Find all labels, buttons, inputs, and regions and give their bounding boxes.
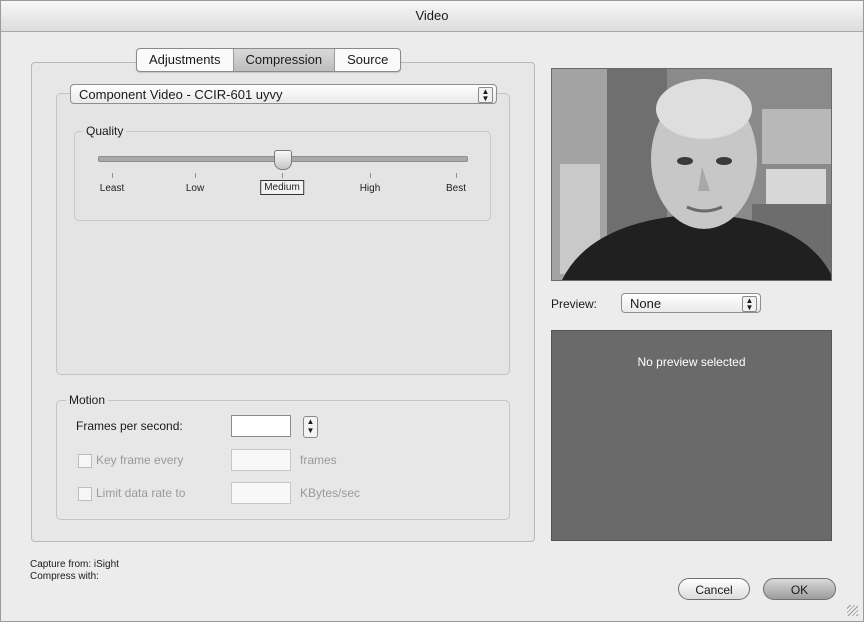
ok-button[interactable]: OK [763, 578, 836, 600]
resize-grip-icon[interactable] [847, 605, 858, 616]
quality-label-least: Least [99, 183, 125, 194]
tab-compression[interactable]: Compression [233, 49, 336, 71]
fps-stepper-icon[interactable]: ▲ ▼ [303, 416, 318, 438]
keyframe-input[interactable] [231, 449, 291, 471]
codec-select[interactable]: Component Video - CCIR-601 uyvy ▲ ▼ [70, 84, 497, 104]
camera-preview-image [551, 68, 832, 281]
quality-tick [456, 173, 457, 178]
keyframe-checkbox[interactable] [78, 454, 92, 468]
tab-bar: Adjustments Compression Source [136, 48, 402, 72]
datarate-checkbox[interactable] [78, 487, 92, 501]
updown-arrows-icon: ▲ ▼ [478, 87, 493, 103]
preview-label: Preview: [551, 297, 598, 311]
preview-select[interactable]: None ▲ ▼ [621, 293, 761, 313]
datarate-input[interactable] [231, 482, 291, 504]
updown-arrows-icon: ▲ ▼ [742, 296, 757, 312]
cancel-button[interactable]: Cancel [678, 578, 750, 600]
preview-area: No preview selected [551, 330, 832, 541]
quality-tick [112, 173, 113, 178]
camera-preview-illustration [552, 69, 831, 280]
capture-from-text: Capture from: iSight [30, 559, 119, 570]
quality-label-high: High [359, 183, 381, 194]
keyframe-label: Key frame every [96, 453, 184, 467]
quality-tick [282, 173, 283, 178]
datarate-label: Limit data rate to [96, 486, 186, 500]
quality-slider-thumb[interactable] [274, 150, 292, 170]
window-title: Video [1, 1, 863, 32]
motion-title: Motion [66, 393, 109, 407]
no-preview-message: No preview selected [637, 355, 746, 369]
fps-label: Frames per second: [76, 419, 183, 433]
quality-tick [370, 173, 371, 178]
tab-adjustments[interactable]: Adjustments [137, 49, 234, 71]
keyframe-unit: frames [300, 453, 337, 467]
tab-source[interactable]: Source [335, 49, 400, 71]
quality-tick [195, 173, 196, 178]
codec-select-value: Component Video - CCIR-601 uyvy [79, 87, 283, 102]
quality-label-low: Low [185, 183, 205, 194]
datarate-unit: KBytes/sec [300, 486, 361, 500]
quality-title: Quality [83, 124, 127, 138]
preview-select-value: None [630, 296, 662, 311]
compress-with-text: Compress with: [30, 571, 99, 582]
fps-input[interactable] [231, 415, 291, 437]
quality-label-best: Best [445, 183, 467, 194]
quality-label-medium: Medium [260, 180, 304, 195]
